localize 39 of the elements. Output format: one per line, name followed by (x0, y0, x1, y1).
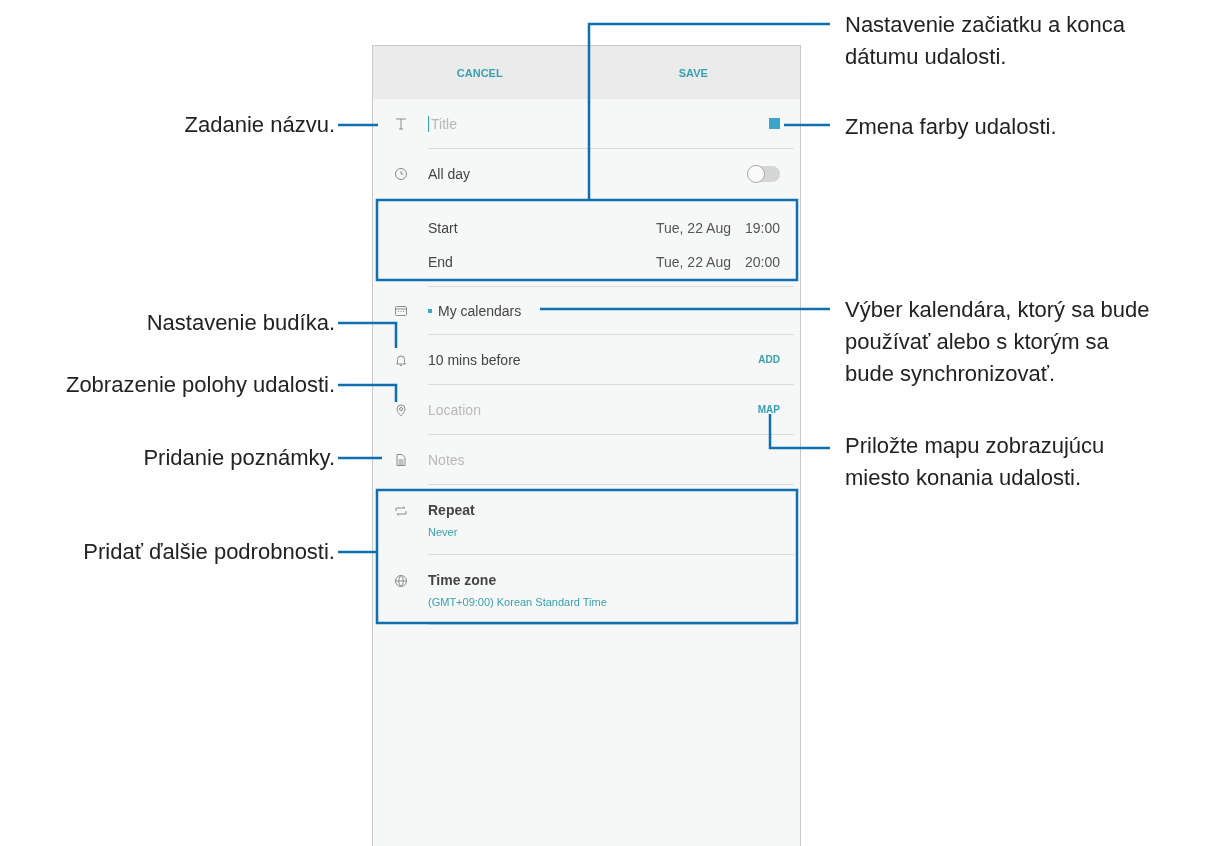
leader-line (338, 321, 398, 348)
location-pin-icon (393, 403, 408, 417)
leader-line (768, 414, 830, 450)
globe-icon (393, 574, 408, 588)
callout-text: Pridať ďalšie podrobnosti. (83, 538, 335, 566)
time-value[interactable]: 19:00 (744, 220, 780, 236)
date-value[interactable]: Tue, 22 Aug (655, 253, 731, 270)
date-value[interactable]: Tue, 22 Aug (655, 220, 731, 236)
text-icon (393, 117, 408, 131)
callout-text: Zmena farby udalosti. (845, 113, 1057, 141)
all-day-label: All day (428, 166, 471, 182)
reminder-label[interactable]: 10 mins before (428, 351, 521, 368)
clock-icon (393, 167, 408, 181)
callout-text: Výber kalendára, ktorý sa bude používať alebo s ktorým sa bude synchronizovať. (845, 296, 1150, 388)
callout-text: Zobrazenie polohy udalosti. (65, 371, 335, 399)
time-value[interactable]: 20:00 (744, 253, 780, 270)
calendar-icon (393, 304, 408, 318)
leader-line (338, 123, 378, 127)
repeat-icon (393, 504, 408, 518)
leader-line (338, 383, 398, 402)
all-day-switch[interactable] (748, 166, 780, 182)
setting-label[interactable]: Time zone (428, 571, 607, 588)
callout-text: Pridanie poznámky. (143, 444, 335, 472)
title-field[interactable]: Title (428, 115, 769, 132)
date-label: End (428, 253, 453, 270)
notes-field[interactable]: Notes (428, 451, 780, 468)
location-field[interactable]: Location (428, 401, 758, 418)
setting-label[interactable]: Repeat (428, 501, 475, 518)
date-label: Start (428, 220, 458, 236)
callout-text: Zadanie názvu. (184, 111, 335, 139)
leader-line (338, 456, 382, 460)
callout-text: Nastavenie budíka. (146, 309, 335, 337)
callout-text: Nastavenie začiatku a konca dátumu udalosti. (845, 11, 1126, 71)
document-icon (393, 453, 408, 467)
bell-icon (393, 353, 408, 367)
calendar-selector[interactable]: My calendars (438, 302, 522, 319)
leader-line (338, 550, 377, 554)
color-swatch[interactable] (769, 118, 780, 129)
callout-text: Priložte mapu zobrazujúcu miesto konania udalosti. (845, 432, 1105, 492)
